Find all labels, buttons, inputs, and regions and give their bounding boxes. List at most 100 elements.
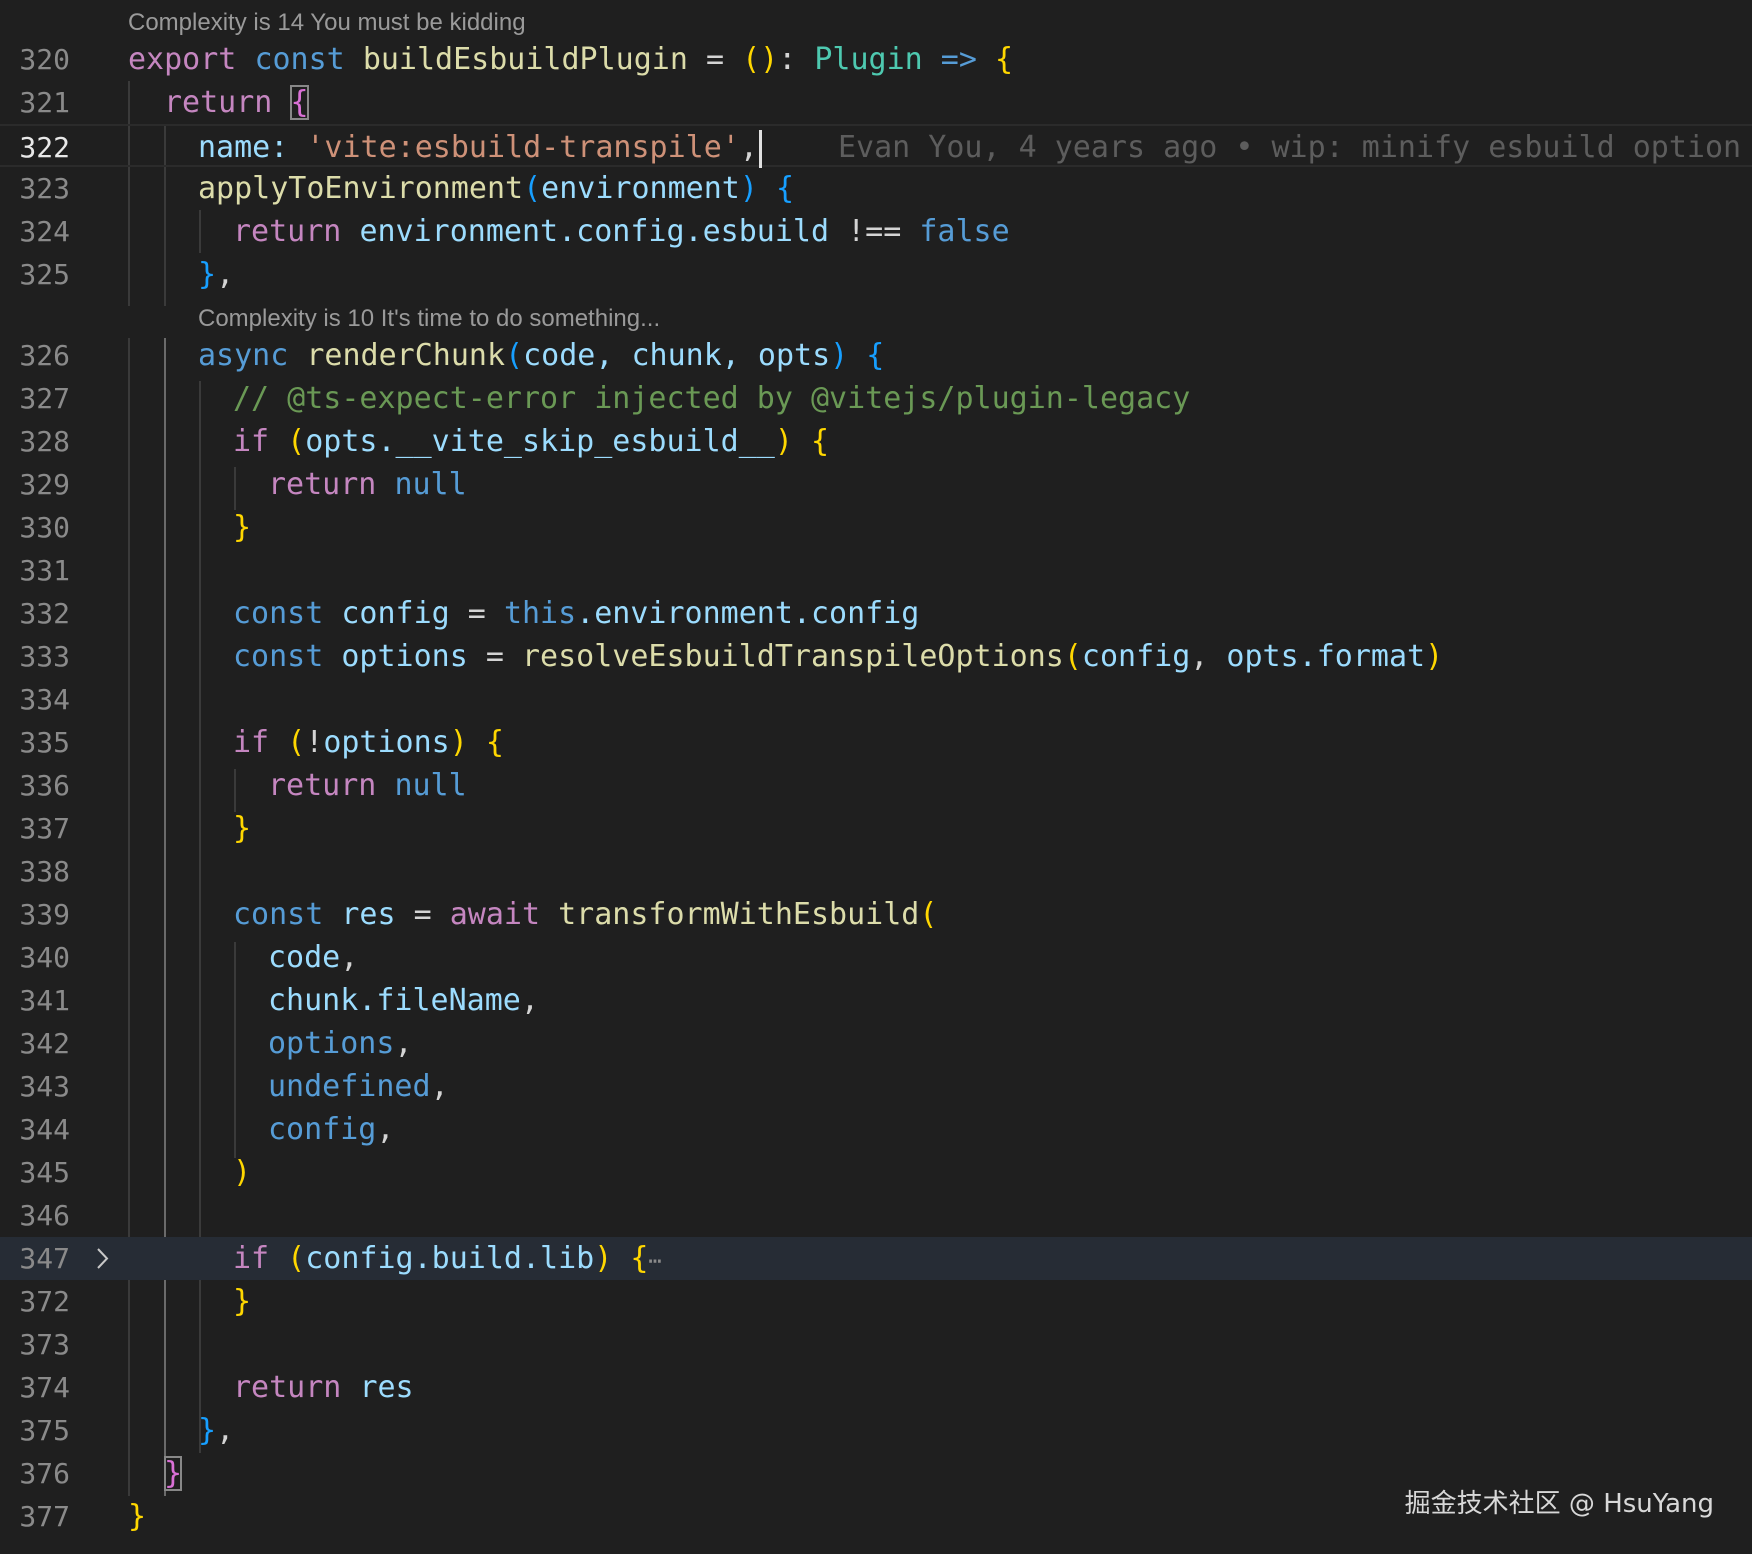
line-number: 334 xyxy=(19,683,70,716)
line-text: } xyxy=(233,811,252,846)
code-line[interactable]: 336 return null xyxy=(0,764,1752,807)
line-number: 376 xyxy=(19,1457,70,1490)
code-line[interactable]: 372 } xyxy=(0,1280,1752,1323)
line-number: 332 xyxy=(19,597,70,630)
folded-ellipsis[interactable]: ⋯ xyxy=(648,1249,661,1274)
line-number: 345 xyxy=(19,1156,70,1189)
complexity-codelens[interactable]: Complexity is 14 You must be kidding xyxy=(128,8,526,38)
line-number: 373 xyxy=(19,1328,70,1361)
line-text: chunk.fileName, xyxy=(268,983,539,1018)
code-line[interactable]: 339 const res = await transformWithEsbui… xyxy=(0,893,1752,936)
line-number: 347 xyxy=(19,1242,70,1275)
line-text: if (config.build.lib) {⋯ xyxy=(233,1241,662,1276)
code-line[interactable]: 325 }, xyxy=(0,253,1752,296)
line-text: } xyxy=(164,1452,183,1495)
chevron-right-icon[interactable] xyxy=(88,1237,118,1280)
line-text: }, xyxy=(198,1413,235,1448)
line-text: name: 'vite:esbuild-transpile', xyxy=(198,126,762,169)
code-line[interactable]: 324 return environment.config.esbuild !=… xyxy=(0,210,1752,253)
line-number: 377 xyxy=(19,1500,70,1533)
matched-bracket: } xyxy=(164,1456,183,1491)
text-cursor xyxy=(758,129,762,168)
line-number: 327 xyxy=(19,382,70,415)
code-line[interactable]: 340 code, xyxy=(0,936,1752,979)
line-text: if (opts.__vite_skip_esbuild__) { xyxy=(233,424,830,459)
code-line[interactable]: 345 ) xyxy=(0,1151,1752,1194)
line-number: 326 xyxy=(19,339,70,372)
code-line[interactable]: 337 } xyxy=(0,807,1752,850)
code-line[interactable]: 320 export const buildEsbuildPlugin = ()… xyxy=(0,38,1752,81)
line-text: options, xyxy=(268,1026,413,1061)
code-line[interactable]: 341 chunk.fileName, xyxy=(0,979,1752,1022)
code-line[interactable]: 344 config, xyxy=(0,1108,1752,1151)
line-text: } xyxy=(128,1499,147,1534)
code-editor[interactable]: Complexity is 14 You must be kidding 320… xyxy=(0,0,1752,1554)
code-line[interactable]: 334 xyxy=(0,678,1752,721)
code-line[interactable]: 329 return null xyxy=(0,463,1752,506)
code-line[interactable]: 333 const options = resolveEsbuildTransp… xyxy=(0,635,1752,678)
line-number: 328 xyxy=(19,425,70,458)
code-line[interactable]: 343 undefined, xyxy=(0,1065,1752,1108)
line-number: 320 xyxy=(19,43,70,76)
line-number: 322 xyxy=(19,131,70,164)
code-line[interactable]: 323 applyToEnvironment(environment) { xyxy=(0,167,1752,210)
line-number: 335 xyxy=(19,726,70,759)
line-number: 344 xyxy=(19,1113,70,1146)
code-line[interactable]: 330 } xyxy=(0,506,1752,549)
code-line[interactable]: 332 const config = this.environment.conf… xyxy=(0,592,1752,635)
code-line[interactable]: 335 if (!options) { xyxy=(0,721,1752,764)
line-text: return null xyxy=(268,768,467,803)
line-number: 343 xyxy=(19,1070,70,1103)
line-number: 341 xyxy=(19,984,70,1017)
line-text: return { xyxy=(164,85,309,120)
line-text: code, xyxy=(268,940,359,975)
line-number: 330 xyxy=(19,511,70,544)
code-line[interactable]: 331 xyxy=(0,549,1752,592)
line-text: const res = await transformWithEsbuild( xyxy=(233,897,938,932)
line-number: 321 xyxy=(19,86,70,119)
code-line[interactable]: 338 xyxy=(0,850,1752,893)
code-line[interactable]: 373 xyxy=(0,1323,1752,1366)
code-line[interactable]: 374 return res xyxy=(0,1366,1752,1409)
git-blame-annotation[interactable]: Evan You, 4 years ago • wip: minify esbu… xyxy=(838,126,1741,169)
line-number: 338 xyxy=(19,855,70,888)
line-text: // @ts-expect-error injected by @vitejs/… xyxy=(233,381,1191,416)
code-line[interactable]: 326 async renderChunk(code, chunk, opts)… xyxy=(0,334,1752,377)
code-line[interactable]: 328 if (opts.__vite_skip_esbuild__) { xyxy=(0,420,1752,463)
complexity-codelens[interactable]: Complexity is 10 It's time to do somethi… xyxy=(198,304,660,334)
line-number: 324 xyxy=(19,215,70,248)
line-number: 340 xyxy=(19,941,70,974)
code-line[interactable]: 346 xyxy=(0,1194,1752,1237)
line-number: 333 xyxy=(19,640,70,673)
line-text: config, xyxy=(268,1112,395,1147)
line-number: 374 xyxy=(19,1371,70,1404)
line-number: 329 xyxy=(19,468,70,501)
line-text: undefined, xyxy=(268,1069,449,1104)
code-line-folded[interactable]: 347 if (config.build.lib) {⋯ xyxy=(0,1237,1752,1280)
code-line[interactable]: 375 }, xyxy=(0,1409,1752,1452)
line-text: async renderChunk(code, chunk, opts) { xyxy=(198,338,885,373)
code-line-current[interactable]: 322 name: 'vite:esbuild-transpile', Evan… xyxy=(0,124,1752,169)
line-number: 375 xyxy=(19,1414,70,1447)
line-text: } xyxy=(233,510,252,545)
code-line[interactable]: 342 options, xyxy=(0,1022,1752,1065)
line-text: } xyxy=(233,1284,252,1319)
line-text: const config = this.environment.config xyxy=(233,596,920,631)
line-text: applyToEnvironment(environment) { xyxy=(198,171,795,206)
line-text: return res xyxy=(233,1370,414,1405)
line-number: 342 xyxy=(19,1027,70,1060)
code-line[interactable]: 327 // @ts-expect-error injected by @vit… xyxy=(0,377,1752,420)
line-number: 336 xyxy=(19,769,70,802)
watermark: 掘金技术社区 @ HsuYang xyxy=(1404,1489,1714,1519)
line-text: return null xyxy=(268,467,467,502)
line-number: 325 xyxy=(19,258,70,291)
line-text: const options = resolveEsbuildTranspileO… xyxy=(233,639,1444,674)
line-number: 331 xyxy=(19,554,70,587)
line-text: return environment.config.esbuild !== fa… xyxy=(233,214,1010,249)
line-number: 337 xyxy=(19,812,70,845)
code-line[interactable]: 321 return { xyxy=(0,81,1752,124)
line-number: 339 xyxy=(19,898,70,931)
line-text: ) xyxy=(233,1155,252,1190)
line-text: if (!options) { xyxy=(233,725,504,760)
line-text: export const buildEsbuildPlugin = (): Pl… xyxy=(128,42,1014,77)
